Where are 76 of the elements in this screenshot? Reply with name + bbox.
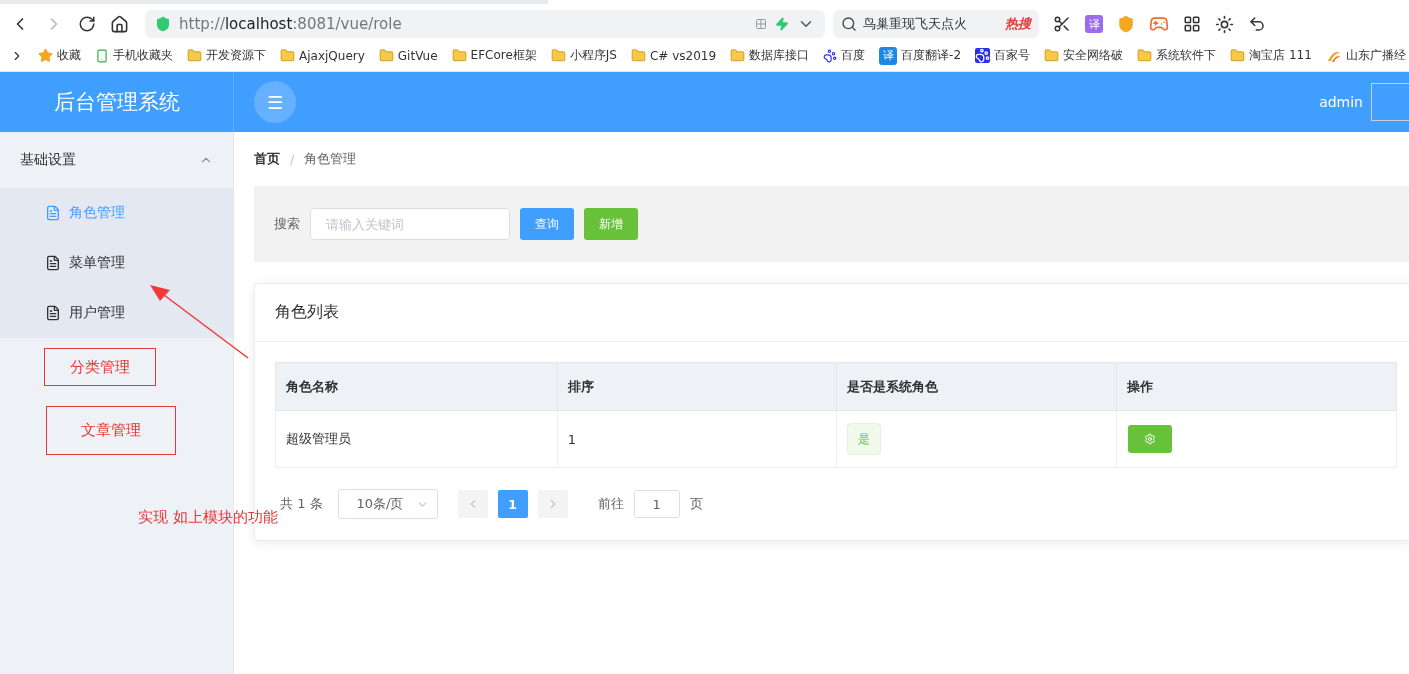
brightness-icon[interactable] bbox=[1215, 14, 1234, 34]
folder-icon bbox=[1230, 48, 1246, 63]
column-header: 操作 bbox=[1116, 362, 1397, 411]
lightning-icon[interactable] bbox=[775, 17, 789, 31]
bookmark[interactable]: GitVue bbox=[378, 48, 438, 63]
address-bar[interactable]: http://localhost:8081/vue/role bbox=[145, 10, 825, 38]
bookmark[interactable]: 安全网络破 bbox=[1044, 47, 1124, 64]
folder-icon bbox=[1044, 48, 1060, 63]
shield-icon[interactable] bbox=[1117, 15, 1135, 33]
document-icon bbox=[45, 255, 61, 271]
bookmark[interactable]: C# vs2019 bbox=[630, 48, 717, 63]
document-icon bbox=[45, 305, 61, 321]
breadcrumb-separator: / bbox=[290, 151, 295, 167]
search-label: 搜索 bbox=[274, 215, 300, 233]
folder-icon bbox=[451, 48, 467, 63]
column-header: 排序 bbox=[557, 362, 837, 411]
apps-icon[interactable] bbox=[1183, 15, 1201, 33]
qr-icon[interactable] bbox=[755, 18, 767, 30]
bookmark[interactable]: 译 百度翻译-2 bbox=[879, 46, 962, 65]
annotation-box: 文章管理 bbox=[46, 406, 176, 455]
paw-icon bbox=[975, 48, 991, 63]
bookmark[interactable]: 手机收藏夹 bbox=[95, 47, 173, 64]
document-icon bbox=[45, 205, 61, 221]
bookmark[interactable]: 数据库接口 bbox=[730, 47, 810, 64]
bookmark[interactable]: 百度 bbox=[823, 47, 866, 64]
folder-icon bbox=[280, 48, 295, 63]
page-suffix: 页 bbox=[689, 495, 703, 513]
gear-icon bbox=[1144, 433, 1157, 445]
bookmark[interactable]: 开发资源下 bbox=[187, 47, 266, 64]
avatar[interactable] bbox=[1371, 83, 1409, 121]
reload-icon[interactable] bbox=[78, 15, 96, 33]
total-count: 共 1 条 bbox=[280, 495, 323, 513]
bookmark[interactable]: 小程序JS bbox=[550, 47, 617, 64]
translate-button[interactable]: 译 bbox=[1085, 15, 1103, 33]
paw-icon bbox=[823, 48, 838, 63]
menu-item[interactable]: 菜单管理 bbox=[0, 238, 233, 288]
bookmark[interactable]: 系统软件下 bbox=[1137, 47, 1217, 64]
shield-icon bbox=[155, 16, 171, 32]
star-icon bbox=[38, 48, 53, 63]
bookmark[interactable]: 淘宝店 111 bbox=[1230, 47, 1312, 64]
breadcrumb-item: 角色管理 bbox=[304, 150, 357, 168]
menu-item[interactable]: 用户管理 bbox=[0, 288, 233, 338]
phone-icon bbox=[95, 48, 109, 63]
page-size-select[interactable]: 10条/页 bbox=[337, 489, 438, 519]
folder-icon bbox=[550, 48, 566, 63]
card-title: 角色列表 bbox=[255, 284, 1409, 342]
folder-icon bbox=[630, 48, 646, 63]
gamepad-icon[interactable] bbox=[1149, 14, 1169, 34]
breadcrumb-item[interactable]: 首页 bbox=[254, 150, 280, 168]
scissors-icon[interactable] bbox=[1053, 15, 1071, 33]
home-icon[interactable] bbox=[110, 14, 129, 34]
hot-search-label: 热搜 bbox=[1005, 15, 1031, 33]
folder-icon bbox=[378, 48, 394, 63]
translate-icon: 译 bbox=[879, 46, 898, 65]
keyword-field[interactable]: 请输入关键词 bbox=[310, 208, 510, 240]
table-cell: 1 bbox=[557, 410, 837, 468]
bookmark[interactable]: 收藏 bbox=[38, 47, 81, 64]
bookmark[interactable]: AjaxjQuery bbox=[280, 48, 365, 63]
search-icon bbox=[841, 16, 857, 32]
undo-icon[interactable] bbox=[1248, 15, 1266, 33]
folder-icon bbox=[187, 48, 202, 63]
settings-button[interactable] bbox=[1128, 425, 1173, 453]
page-field[interactable]: 1 bbox=[633, 490, 680, 518]
table-cell: 超级管理员 bbox=[275, 410, 558, 468]
folder-icon bbox=[1137, 48, 1153, 63]
column-header: 是否是系统角色 bbox=[836, 362, 1117, 411]
bookmark[interactable]: 山东广播经 bbox=[1325, 47, 1406, 64]
goto-label: 前往 bbox=[597, 495, 624, 513]
annotation-box: 分类管理 bbox=[44, 348, 156, 386]
search-field[interactable]: 鸟巢重现飞天点火 热搜 bbox=[833, 10, 1039, 38]
column-header: 角色名称 bbox=[275, 362, 558, 411]
system-tag: 是 bbox=[847, 423, 882, 455]
bookmark[interactable]: EFCore框架 bbox=[451, 47, 537, 64]
bookmark[interactable]: 百家号 bbox=[975, 47, 1031, 64]
menu-group[interactable]: 基础设置 bbox=[0, 132, 233, 188]
folder-icon bbox=[730, 48, 746, 63]
